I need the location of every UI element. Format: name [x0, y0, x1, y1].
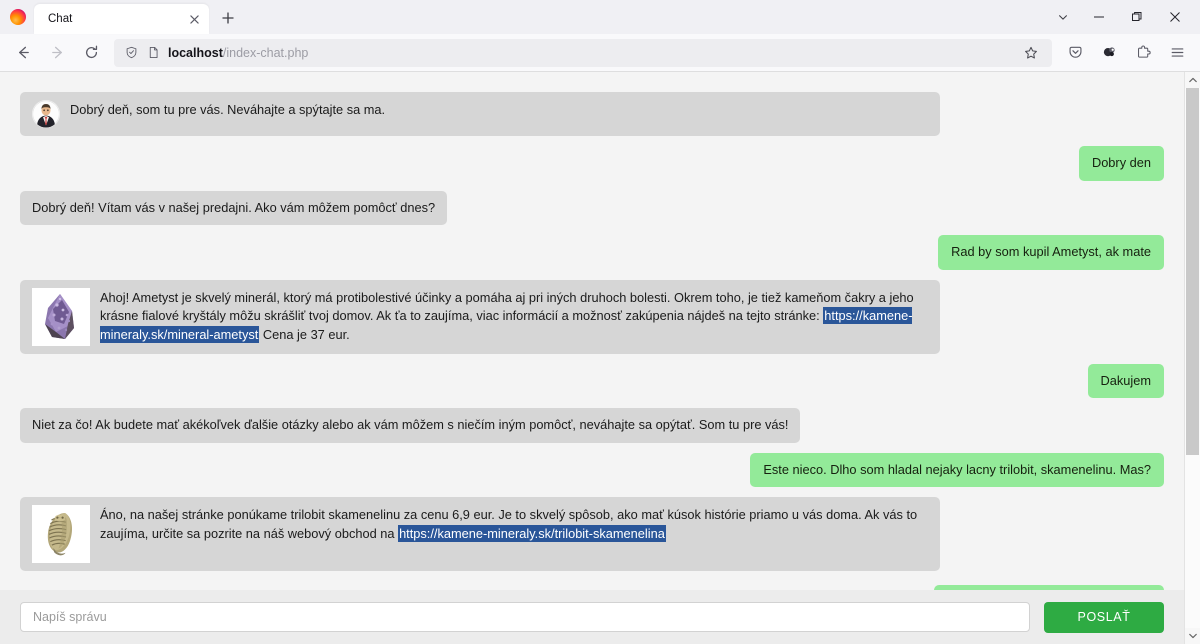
page-viewport: Dobrý deň, som tu pre vás. Neváhajte a s…: [0, 72, 1200, 644]
message-text: Ahoj! Ametyst je skvelý minerál, ktorý m…: [100, 288, 928, 345]
send-button[interactable]: POSLAŤ: [1044, 601, 1164, 633]
message-text: Dobrý deň, som tu pre vás. Neváhajte a s…: [70, 102, 386, 117]
window-minimize-button[interactable]: [1080, 0, 1118, 34]
user-message-bubble: Dakujem: [1087, 363, 1164, 399]
bot-message-bubble: Áno, na našej stránke ponúkame trilobit …: [20, 497, 940, 572]
reload-icon[interactable]: [76, 38, 106, 68]
bot-message-bubble: Dobrý deň, som tu pre vás. Neváhajte a s…: [20, 92, 940, 136]
pocket-save-icon[interactable]: [1060, 38, 1090, 68]
firefox-logo-icon: [10, 9, 26, 25]
user-message-bubble: Rad by som kupil Ametyst, ak mate: [938, 235, 1164, 270]
message-row: Dobrý deň, som tu pre vás. Neváhajte a s…: [20, 92, 1164, 136]
page-info-icon[interactable]: [142, 42, 164, 64]
firefox-account-icon[interactable]: [1094, 38, 1124, 68]
chat-application: Dobrý deň, som tu pre vás. Neváhajte a s…: [0, 72, 1184, 644]
message-text-after: Cena je 37 eur.: [259, 326, 350, 342]
message-row: Rad by som kupil Ametyst, ak mate: [20, 235, 1164, 270]
navigation-toolbar: localhost/index-chat.php: [0, 34, 1200, 72]
scroll-up-icon[interactable]: [1185, 72, 1200, 88]
forward-arrow-icon[interactable]: [42, 38, 72, 68]
shield-icon[interactable]: [120, 42, 142, 64]
chevron-down-icon[interactable]: [1046, 2, 1080, 32]
window-maximize-button[interactable]: [1118, 0, 1156, 34]
bot-message-bubble: Dobrý deň! Vítam vás v našej predajni. A…: [20, 190, 448, 226]
tab-strip: Chat: [0, 0, 1200, 34]
app-menu-icon[interactable]: [1162, 38, 1192, 68]
url-host: localhost: [168, 45, 223, 60]
message-text-before: Ahoj! Ametyst je skvelý minerál, ktorý m…: [100, 289, 914, 324]
message-row: Dobry den: [20, 146, 1164, 181]
message-composer: POSLAŤ: [0, 590, 1184, 644]
browser-tab[interactable]: Chat: [34, 4, 209, 34]
address-bar[interactable]: localhost/index-chat.php: [114, 38, 1052, 67]
toolbar-actions: [1058, 38, 1194, 68]
amethyst-thumbnail[interactable]: [32, 287, 90, 346]
user-message-bubble: Dobry den: [1078, 146, 1164, 181]
scrollbar-thumb[interactable]: [1186, 88, 1199, 456]
window-close-button[interactable]: [1156, 0, 1194, 34]
trilobite-thumbnail[interactable]: [32, 505, 90, 564]
agent-avatar: [32, 100, 60, 128]
bot-message-bubble: Niet za čo! Ak budete mať akékoľvek ďalš…: [20, 408, 801, 443]
message-text: Áno, na našej stránke ponúkame trilobit …: [100, 505, 928, 543]
bot-message-bubble: Ahoj! Ametyst je skvelý minerál, ktorý m…: [20, 279, 940, 354]
tab-strip-controls: [1046, 0, 1194, 34]
message-row: [20, 585, 1164, 590]
user-message-bubble: Este nieco. Dlho som hladal nejaky lacny…: [750, 452, 1164, 488]
scrollbar-track[interactable]: [1185, 88, 1200, 628]
message-row: Este nieco. Dlho som hladal nejaky lacny…: [20, 452, 1164, 488]
message-row: Dakujem: [20, 363, 1164, 399]
message-row: Niet za čo! Ak budete mať akékoľvek ďalš…: [20, 408, 1164, 443]
message-row: Ahoj! Ametyst je skvelý minerál, ktorý m…: [20, 279, 1164, 354]
selected-link[interactable]: https://kamene-mineraly.sk/trilobit-skam…: [398, 524, 666, 542]
scroll-down-icon[interactable]: [1185, 628, 1200, 644]
bookmark-star-icon[interactable]: [1016, 40, 1046, 66]
extensions-icon[interactable]: [1128, 38, 1158, 68]
back-arrow-icon[interactable]: [8, 38, 38, 68]
message-row: Áno, na našej stránke ponúkame trilobit …: [20, 497, 1164, 572]
close-icon[interactable]: [185, 10, 203, 28]
page-scrollbar[interactable]: [1184, 72, 1200, 644]
new-tab-button[interactable]: [215, 5, 241, 31]
tab-title: Chat: [48, 13, 73, 25]
message-row: Dobrý deň! Vítam vás v našej predajni. A…: [20, 190, 1164, 226]
message-list: Dobrý deň, som tu pre vás. Neváhajte a s…: [0, 72, 1184, 590]
user-message-bubble-clipped: [934, 585, 1164, 590]
browser-window: Chat localhost/index-chat.php Dobrý deň,…: [0, 0, 1200, 644]
url-text[interactable]: localhost/index-chat.php: [164, 46, 1016, 60]
url-path: /index-chat.php: [222, 45, 309, 60]
message-input[interactable]: [20, 602, 1030, 632]
